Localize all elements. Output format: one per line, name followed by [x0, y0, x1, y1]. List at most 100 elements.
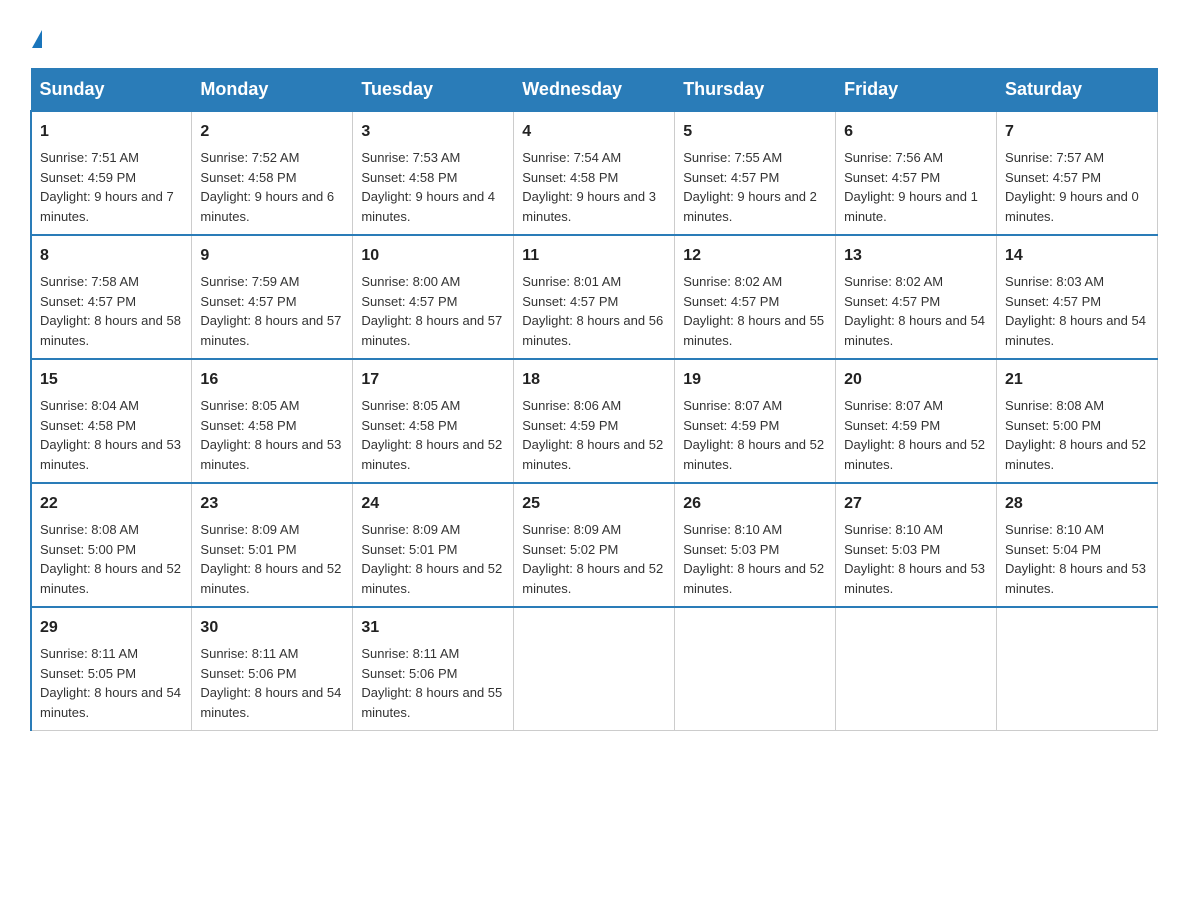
day-daylight: Daylight: 8 hours and 52 minutes.: [522, 437, 663, 472]
day-sunrise: Sunrise: 8:02 AM: [683, 274, 782, 289]
calendar-cell: 23 Sunrise: 8:09 AM Sunset: 5:01 PM Dayl…: [192, 483, 353, 607]
calendar-cell: 8 Sunrise: 7:58 AM Sunset: 4:57 PM Dayli…: [31, 235, 192, 359]
calendar-cell: 25 Sunrise: 8:09 AM Sunset: 5:02 PM Dayl…: [514, 483, 675, 607]
calendar-cell: 26 Sunrise: 8:10 AM Sunset: 5:03 PM Dayl…: [675, 483, 836, 607]
calendar-cell: [836, 607, 997, 731]
day-sunrise: Sunrise: 8:06 AM: [522, 398, 621, 413]
day-sunset: Sunset: 4:57 PM: [361, 294, 457, 309]
day-number: 17: [361, 368, 505, 392]
day-number: 28: [1005, 492, 1149, 516]
day-daylight: Daylight: 9 hours and 7 minutes.: [40, 189, 174, 224]
logo-top: [30, 20, 42, 48]
calendar-cell: 2 Sunrise: 7:52 AM Sunset: 4:58 PM Dayli…: [192, 111, 353, 235]
day-daylight: Daylight: 8 hours and 54 minutes.: [1005, 313, 1146, 348]
column-header-wednesday: Wednesday: [514, 69, 675, 112]
calendar-week-1: 1 Sunrise: 7:51 AM Sunset: 4:59 PM Dayli…: [31, 111, 1158, 235]
day-sunrise: Sunrise: 8:10 AM: [1005, 522, 1104, 537]
day-sunset: Sunset: 4:57 PM: [683, 170, 779, 185]
day-sunset: Sunset: 4:59 PM: [40, 170, 136, 185]
day-daylight: Daylight: 8 hours and 53 minutes.: [844, 561, 985, 596]
calendar-cell: 3 Sunrise: 7:53 AM Sunset: 4:58 PM Dayli…: [353, 111, 514, 235]
day-number: 29: [40, 616, 183, 640]
calendar-cell: 20 Sunrise: 8:07 AM Sunset: 4:59 PM Dayl…: [836, 359, 997, 483]
day-sunrise: Sunrise: 8:05 AM: [361, 398, 460, 413]
day-sunrise: Sunrise: 8:07 AM: [844, 398, 943, 413]
day-sunset: Sunset: 4:57 PM: [522, 294, 618, 309]
day-number: 9: [200, 244, 344, 268]
calendar-table: SundayMondayTuesdayWednesdayThursdayFrid…: [30, 68, 1158, 731]
day-number: 25: [522, 492, 666, 516]
day-number: 23: [200, 492, 344, 516]
day-daylight: Daylight: 8 hours and 52 minutes.: [200, 561, 341, 596]
day-sunset: Sunset: 5:02 PM: [522, 542, 618, 557]
calendar-cell: [997, 607, 1158, 731]
calendar-cell: 11 Sunrise: 8:01 AM Sunset: 4:57 PM Dayl…: [514, 235, 675, 359]
day-number: 22: [40, 492, 183, 516]
day-sunset: Sunset: 4:57 PM: [683, 294, 779, 309]
calendar-week-2: 8 Sunrise: 7:58 AM Sunset: 4:57 PM Dayli…: [31, 235, 1158, 359]
day-sunrise: Sunrise: 8:07 AM: [683, 398, 782, 413]
day-sunset: Sunset: 5:01 PM: [361, 542, 457, 557]
day-sunrise: Sunrise: 7:59 AM: [200, 274, 299, 289]
page-header: [30, 20, 1158, 48]
calendar-week-3: 15 Sunrise: 8:04 AM Sunset: 4:58 PM Dayl…: [31, 359, 1158, 483]
day-number: 8: [40, 244, 183, 268]
calendar-cell: [675, 607, 836, 731]
calendar-cell: 9 Sunrise: 7:59 AM Sunset: 4:57 PM Dayli…: [192, 235, 353, 359]
calendar-cell: 16 Sunrise: 8:05 AM Sunset: 4:58 PM Dayl…: [192, 359, 353, 483]
day-number: 10: [361, 244, 505, 268]
day-sunset: Sunset: 4:57 PM: [1005, 294, 1101, 309]
day-sunset: Sunset: 5:03 PM: [683, 542, 779, 557]
day-daylight: Daylight: 8 hours and 54 minutes.: [844, 313, 985, 348]
day-number: 16: [200, 368, 344, 392]
calendar-cell: 17 Sunrise: 8:05 AM Sunset: 4:58 PM Dayl…: [353, 359, 514, 483]
day-daylight: Daylight: 8 hours and 53 minutes.: [1005, 561, 1146, 596]
day-daylight: Daylight: 8 hours and 57 minutes.: [200, 313, 341, 348]
calendar-cell: 31 Sunrise: 8:11 AM Sunset: 5:06 PM Dayl…: [353, 607, 514, 731]
day-sunset: Sunset: 4:58 PM: [361, 170, 457, 185]
day-sunset: Sunset: 4:59 PM: [683, 418, 779, 433]
day-sunrise: Sunrise: 8:09 AM: [200, 522, 299, 537]
calendar-header: SundayMondayTuesdayWednesdayThursdayFrid…: [31, 69, 1158, 112]
day-number: 31: [361, 616, 505, 640]
calendar-cell: 12 Sunrise: 8:02 AM Sunset: 4:57 PM Dayl…: [675, 235, 836, 359]
calendar-week-4: 22 Sunrise: 8:08 AM Sunset: 5:00 PM Dayl…: [31, 483, 1158, 607]
calendar-cell: 6 Sunrise: 7:56 AM Sunset: 4:57 PM Dayli…: [836, 111, 997, 235]
day-number: 6: [844, 120, 988, 144]
day-number: 19: [683, 368, 827, 392]
day-number: 1: [40, 120, 183, 144]
day-sunset: Sunset: 4:57 PM: [1005, 170, 1101, 185]
day-number: 4: [522, 120, 666, 144]
day-number: 13: [844, 244, 988, 268]
day-daylight: Daylight: 8 hours and 52 minutes.: [361, 561, 502, 596]
day-daylight: Daylight: 8 hours and 52 minutes.: [683, 561, 824, 596]
calendar-cell: 19 Sunrise: 8:07 AM Sunset: 4:59 PM Dayl…: [675, 359, 836, 483]
day-daylight: Daylight: 9 hours and 6 minutes.: [200, 189, 334, 224]
day-number: 30: [200, 616, 344, 640]
calendar-cell: 21 Sunrise: 8:08 AM Sunset: 5:00 PM Dayl…: [997, 359, 1158, 483]
day-sunrise: Sunrise: 7:52 AM: [200, 150, 299, 165]
day-daylight: Daylight: 9 hours and 0 minutes.: [1005, 189, 1139, 224]
day-sunrise: Sunrise: 8:10 AM: [844, 522, 943, 537]
day-sunrise: Sunrise: 7:55 AM: [683, 150, 782, 165]
day-daylight: Daylight: 9 hours and 2 minutes.: [683, 189, 817, 224]
day-daylight: Daylight: 8 hours and 54 minutes.: [200, 685, 341, 720]
day-number: 11: [522, 244, 666, 268]
day-daylight: Daylight: 8 hours and 52 minutes.: [361, 437, 502, 472]
day-number: 7: [1005, 120, 1149, 144]
calendar-body: 1 Sunrise: 7:51 AM Sunset: 4:59 PM Dayli…: [31, 111, 1158, 731]
day-number: 18: [522, 368, 666, 392]
day-sunrise: Sunrise: 7:57 AM: [1005, 150, 1104, 165]
calendar-cell: 4 Sunrise: 7:54 AM Sunset: 4:58 PM Dayli…: [514, 111, 675, 235]
day-sunrise: Sunrise: 8:08 AM: [1005, 398, 1104, 413]
logo-triangle-icon: [32, 30, 42, 48]
column-header-saturday: Saturday: [997, 69, 1158, 112]
calendar-cell: 14 Sunrise: 8:03 AM Sunset: 4:57 PM Dayl…: [997, 235, 1158, 359]
day-sunset: Sunset: 4:57 PM: [844, 170, 940, 185]
day-number: 27: [844, 492, 988, 516]
day-sunset: Sunset: 4:58 PM: [200, 418, 296, 433]
day-sunrise: Sunrise: 7:54 AM: [522, 150, 621, 165]
day-daylight: Daylight: 9 hours and 3 minutes.: [522, 189, 656, 224]
calendar-week-5: 29 Sunrise: 8:11 AM Sunset: 5:05 PM Dayl…: [31, 607, 1158, 731]
day-sunset: Sunset: 4:57 PM: [844, 294, 940, 309]
